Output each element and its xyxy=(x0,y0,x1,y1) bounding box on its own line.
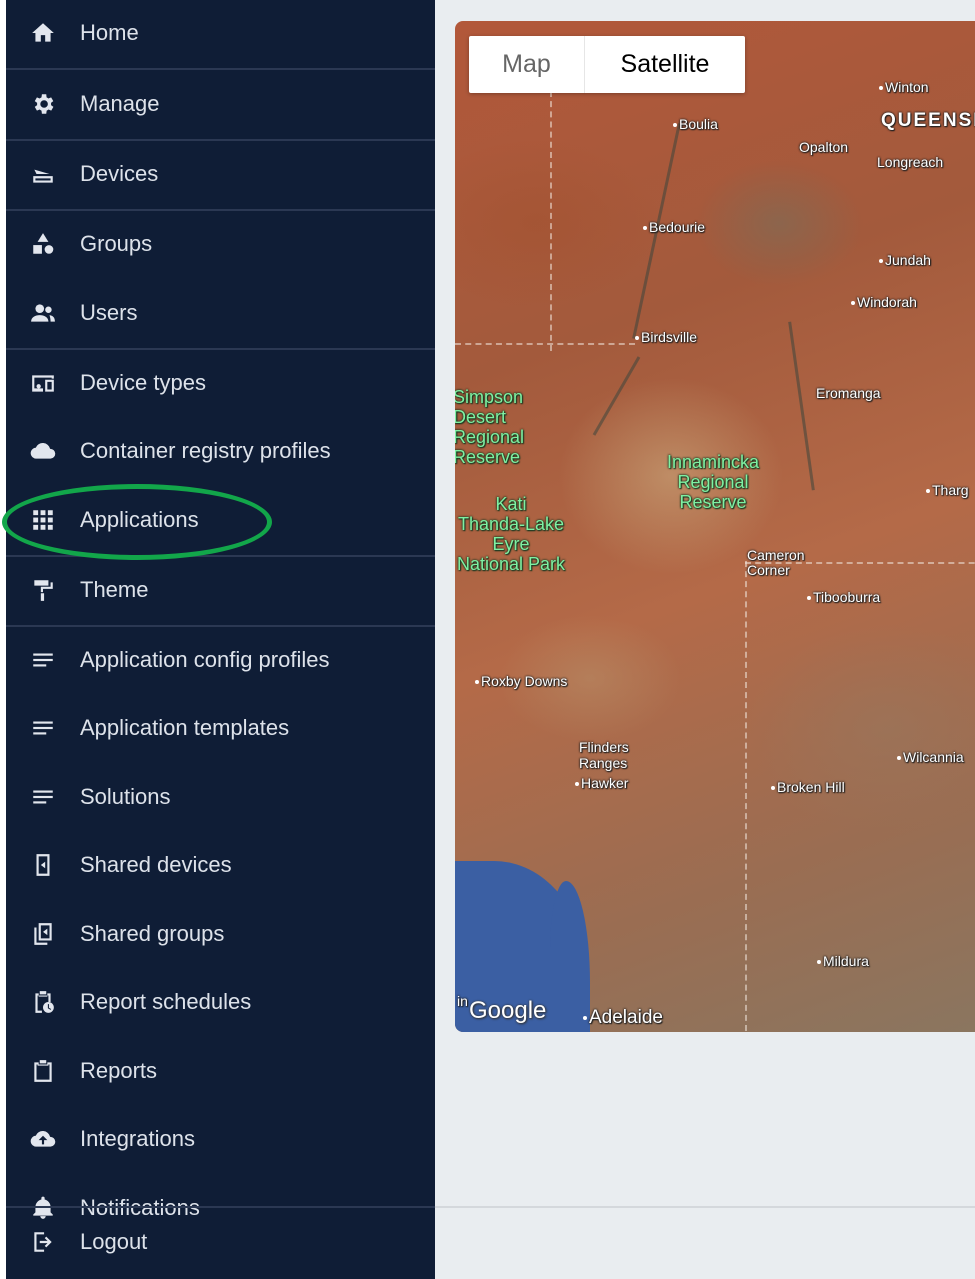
lines-icon xyxy=(28,782,58,812)
map-park-label: Simpson Desert Regional Reserve xyxy=(455,387,525,467)
shared-group-icon xyxy=(28,919,58,949)
sidebar: Home Manage Devices Groups Users Device … xyxy=(2,0,435,1279)
sidebar-item-label: Report schedules xyxy=(80,989,252,1014)
sidebar-item-label: Users xyxy=(80,300,138,325)
map-place-label: Jundah xyxy=(879,252,931,268)
map-park-label: Innamincka Regional Reserve xyxy=(667,452,760,512)
sidebar-item-device-types[interactable]: Device types xyxy=(6,353,435,413)
google-logo: Google xyxy=(469,997,547,1024)
shared-device-icon xyxy=(28,850,58,880)
divider xyxy=(6,348,435,350)
gear-icon xyxy=(28,89,58,119)
main-content: Winton QUEENSL Boulia Opalton Longreach … xyxy=(435,0,975,1279)
map-place-label: Opalton xyxy=(799,139,849,155)
divider xyxy=(6,209,435,211)
sidebar-item-report-schedules[interactable]: Report schedules xyxy=(6,972,435,1032)
sidebar-item-applications[interactable]: Applications xyxy=(6,490,435,550)
sidebar-item-label: Solutions xyxy=(80,784,171,809)
sidebar-item-application-config-profiles[interactable]: Application config profiles xyxy=(6,630,435,690)
sidebar-item-home[interactable]: Home xyxy=(6,3,435,63)
sidebar-item-groups[interactable]: Groups xyxy=(6,214,435,274)
map-state-border xyxy=(455,343,635,345)
sidebar-item-label: Application templates xyxy=(80,715,290,740)
sidebar-item-application-templates[interactable]: Application templates xyxy=(6,698,435,758)
satellite-view-button[interactable]: Satellite xyxy=(585,36,745,93)
lines-icon xyxy=(28,645,58,675)
sidebar-item-label: Reports xyxy=(80,1058,158,1083)
map-place-label: Boulia xyxy=(673,116,718,132)
sidebar-item-shared-devices[interactable]: Shared devices xyxy=(6,835,435,895)
map-place-label: Bedourie xyxy=(643,219,705,235)
divider xyxy=(6,1206,435,1208)
router-icon xyxy=(28,159,58,189)
map-place-label: Eromanga xyxy=(816,385,881,401)
map-state-label: QUEENSL xyxy=(881,110,975,131)
sidebar-item-label: Integrations xyxy=(80,1126,195,1151)
map-river xyxy=(788,321,815,491)
sidebar-item-integrations[interactable]: Integrations xyxy=(6,1109,435,1169)
map-state-border xyxy=(550,91,552,351)
sidebar-item-label: Groups xyxy=(80,231,153,256)
apps-grid-icon xyxy=(28,505,58,535)
cloud-icon xyxy=(28,436,58,466)
cloud-upload-icon xyxy=(28,1124,58,1154)
map-place-label: Winton xyxy=(879,79,929,95)
sidebar-item-manage[interactable]: Manage xyxy=(6,74,435,134)
sidebar-item-devices[interactable]: Devices xyxy=(6,144,435,204)
sidebar-item-label: Devices xyxy=(80,161,159,186)
map-view-button[interactable]: Map xyxy=(469,36,585,93)
map-place-label: Hawker xyxy=(575,775,628,791)
map-place-label: Tharg xyxy=(926,482,969,498)
sidebar-item-label: Application config profiles xyxy=(80,647,330,672)
map-place-label: in xyxy=(457,993,468,1009)
divider xyxy=(6,68,435,70)
sidebar-item-label: Manage xyxy=(80,91,160,116)
sidebar-item-label: Home xyxy=(80,20,139,45)
lines-icon xyxy=(28,713,58,743)
divider xyxy=(6,139,435,141)
map-place-label: Mildura xyxy=(817,953,869,969)
map-place-label: Adelaide xyxy=(583,1007,663,1029)
map-place-label: Flinders Ranges xyxy=(579,739,629,771)
map-place-label: Wilcannia xyxy=(897,749,964,765)
map-place-label: Broken Hill xyxy=(771,779,845,795)
divider xyxy=(435,1206,975,1208)
sidebar-item-label: Device types xyxy=(80,370,206,395)
map-park-label: Kati Thanda-Lake Eyre National Park xyxy=(457,494,566,574)
map-place-label: Birdsville xyxy=(635,329,697,345)
map-place-label: Windorah xyxy=(851,294,917,310)
sidebar-item-theme[interactable]: Theme xyxy=(6,560,435,620)
clipboard-clock-icon xyxy=(28,987,58,1017)
devices-icon xyxy=(28,368,58,398)
clipboard-icon xyxy=(28,1056,58,1086)
sidebar-item-logout[interactable]: Logout xyxy=(6,1212,435,1272)
home-icon xyxy=(28,18,58,48)
divider xyxy=(6,555,435,557)
users-icon xyxy=(28,298,58,328)
logout-icon xyxy=(28,1227,58,1257)
map-river xyxy=(592,356,641,436)
sidebar-item-label: Theme xyxy=(80,577,149,602)
map-place-label: Roxby Downs xyxy=(475,673,567,689)
divider xyxy=(6,625,435,627)
paint-roller-icon xyxy=(28,575,58,605)
shapes-icon xyxy=(28,229,58,259)
sidebar-item-label: Shared groups xyxy=(80,921,225,946)
sidebar-item-shared-groups[interactable]: Shared groups xyxy=(6,904,435,964)
sidebar-item-container-registry-profiles[interactable]: Container registry profiles xyxy=(6,421,435,481)
sidebar-item-label: Shared devices xyxy=(80,852,232,877)
sidebar-item-reports[interactable]: Reports xyxy=(6,1041,435,1101)
sidebar-item-label: Container registry profiles xyxy=(80,438,331,463)
sidebar-item-label: Applications xyxy=(80,507,199,532)
map-place-label: Tibooburra xyxy=(807,589,880,605)
sidebar-item-label: Logout xyxy=(80,1229,148,1254)
satellite-map[interactable]: Winton QUEENSL Boulia Opalton Longreach … xyxy=(455,21,975,1032)
map-place-label: Cameron Corner xyxy=(747,547,805,578)
map-type-control: Map Satellite xyxy=(469,36,745,93)
map-state-border xyxy=(745,561,747,1031)
sidebar-item-solutions[interactable]: Solutions xyxy=(6,767,435,827)
map-place-label: Longreach xyxy=(877,154,944,170)
sidebar-item-users[interactable]: Users xyxy=(6,283,435,343)
